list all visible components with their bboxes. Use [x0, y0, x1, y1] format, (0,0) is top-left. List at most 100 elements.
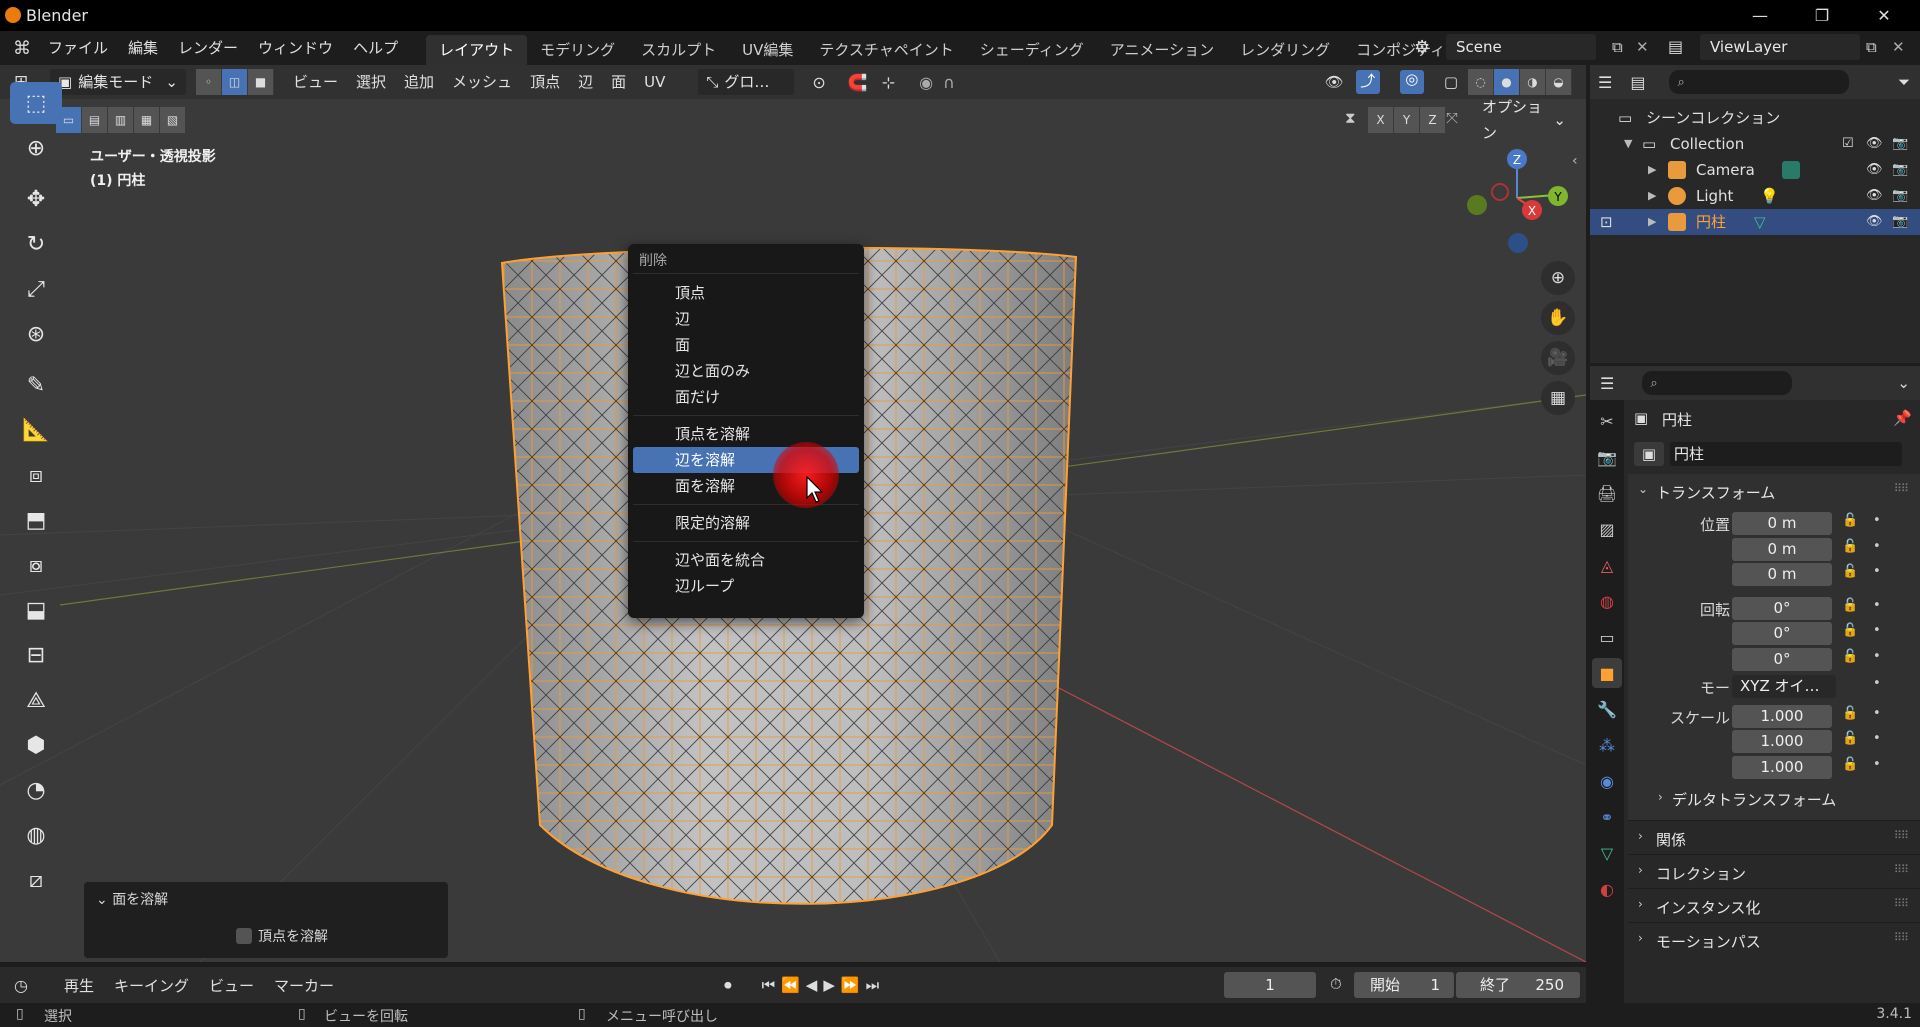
play-reverse-icon[interactable]: ◀	[806, 976, 824, 994]
location-z-field[interactable]: 0 m	[1732, 563, 1832, 586]
modifier-tab-icon[interactable]: 🔧	[1592, 694, 1622, 724]
keyframe-dot-icon[interactable]: •	[1873, 649, 1881, 664]
render-camera-icon[interactable]: 📷	[1892, 131, 1908, 157]
dissolve-vertices-option[interactable]: 頂点を溶解	[236, 926, 328, 946]
tab-modeling[interactable]: モデリング	[527, 35, 628, 65]
topology-mirror-icon[interactable]: ⤧	[1446, 109, 1458, 127]
timeline-menu-view[interactable]: ビュー	[199, 975, 264, 996]
jump-start-icon[interactable]: ⏮	[762, 976, 782, 994]
select-box-tool-icon[interactable]: ⬚	[10, 82, 62, 124]
drag-handle-icon[interactable]: ⠿⠿	[1894, 931, 1909, 944]
scale-z-field[interactable]: 1.000	[1732, 755, 1832, 779]
menu-item-faces[interactable]: 面	[633, 332, 859, 358]
current-frame-field[interactable]: 1	[1224, 972, 1316, 998]
timeline-editor-icon[interactable]: ◷	[14, 976, 54, 995]
object-browse-icon[interactable]: ▣	[1634, 442, 1664, 466]
subtract-selection-icon[interactable]: ▥	[108, 107, 134, 133]
display-mode-icon[interactable]: ▤	[1630, 73, 1645, 92]
rotation-z-field[interactable]: 0°	[1732, 647, 1832, 671]
scale-tool-icon[interactable]: ⤢	[10, 268, 62, 310]
inset-tool-icon[interactable]: ⧇	[10, 544, 62, 586]
start-frame-field[interactable]: 開始 1	[1354, 972, 1454, 998]
relations-section-header[interactable]: › 関係 ⠿⠿	[1628, 820, 1920, 854]
zoom-icon[interactable]: ⊕	[1541, 261, 1575, 295]
mesh-data-icon[interactable]: ▽	[1754, 209, 1766, 235]
tab-shading[interactable]: シェーディング	[967, 35, 1097, 65]
edge-slide-tool-icon[interactable]: ⧄	[10, 859, 62, 901]
viewport-menu-vertex[interactable]: 頂点	[521, 69, 569, 95]
visibility-eye-icon[interactable]: 👁	[1866, 183, 1883, 209]
tab-animation[interactable]: アニメーション	[1097, 35, 1227, 65]
remove-scene-icon[interactable]: ✕	[1636, 38, 1649, 56]
rendered-shading-icon[interactable]: ◒	[1546, 69, 1572, 95]
viewport-menu-add[interactable]: 追加	[395, 69, 443, 95]
viewport-menu-edge[interactable]: 辺	[569, 69, 602, 95]
keyframe-dot-icon[interactable]: •	[1873, 623, 1881, 638]
viewport-menu-uv[interactable]: UV	[635, 69, 674, 95]
perspective-toggle-icon[interactable]: ▦	[1541, 381, 1575, 415]
tool-tab-icon[interactable]: ✂	[1592, 406, 1622, 436]
tab-layout[interactable]: レイアウト	[426, 35, 528, 65]
exclude-checkbox[interactable]: ☑	[1842, 131, 1854, 157]
tab-sculpt[interactable]: スカルプト	[628, 35, 729, 65]
nav-gizmo[interactable]: Z Y X	[1467, 149, 1568, 253]
outliner-item-cylinder[interactable]: ⊡ ▶ 円柱 ▽ 👁 📷	[1590, 209, 1920, 235]
face-select-icon[interactable]: ■	[248, 69, 274, 95]
menu-item-collapse[interactable]: 辺や面を統合	[633, 547, 859, 573]
world-tab-icon[interactable]: ◍	[1592, 586, 1622, 616]
annotate-tool-icon[interactable]: ✎	[10, 364, 62, 406]
lock-icon[interactable]: 🔓	[1842, 598, 1858, 613]
viewport-menu-face[interactable]: 面	[602, 69, 635, 95]
location-y-field[interactable]: 0 m	[1732, 537, 1832, 561]
play-icon[interactable]: ▶	[823, 976, 841, 994]
pin-icon[interactable]: 📌	[1893, 409, 1912, 427]
chevron-right-icon[interactable]: ▶	[1648, 183, 1656, 209]
collection-tab-icon[interactable]: ▭	[1592, 622, 1622, 652]
end-frame-field[interactable]: 終了 250	[1456, 972, 1580, 998]
menu-item-limited-dissolve[interactable]: 限定的溶解	[633, 510, 859, 536]
orientation-dropdown[interactable]: ⤡ グロ…	[698, 69, 795, 95]
stopwatch-icon[interactable]: ⏱	[1330, 975, 1342, 993]
options-dropdown[interactable]: オプション ⌄	[1474, 98, 1574, 142]
pan-hand-icon[interactable]: ✋	[1541, 301, 1575, 335]
spin-tool-icon[interactable]: ◔	[10, 769, 62, 811]
outliner-search-input[interactable]: ⌕	[1669, 70, 1850, 94]
tab-rendering[interactable]: レンダリング	[1227, 35, 1343, 65]
knife-tool-icon[interactable]: ⟁	[10, 679, 62, 721]
chevron-down-icon[interactable]: ▼	[1624, 131, 1632, 157]
mode-dropdown[interactable]: ▣ 編集モード ⌄	[50, 69, 186, 95]
rotation-x-field[interactable]: 0°	[1732, 596, 1832, 620]
rotation-mode-dropdown[interactable]: XYZ オイ… ⌄	[1732, 675, 1836, 718]
invert-selection-icon[interactable]: ▦	[134, 107, 160, 133]
view-layer-tab-icon[interactable]: ▨	[1592, 514, 1622, 544]
sidebar-toggle-icon[interactable]: ‹	[1572, 153, 1578, 169]
menu-item-edge-loops[interactable]: 辺ループ	[633, 573, 859, 599]
keyframe-dot-icon[interactable]: •	[1873, 513, 1881, 528]
keyframe-dot-icon[interactable]: •	[1873, 731, 1881, 746]
scale-x-field[interactable]: 1.000	[1732, 704, 1832, 728]
scale-y-field[interactable]: 1.000	[1732, 730, 1832, 753]
filter-icon[interactable]: ⏷	[1898, 73, 1910, 91]
record-icon[interactable]: ⏺	[724, 976, 732, 994]
drag-handle-icon[interactable]: ⠿⠿	[1894, 482, 1909, 495]
outliner-item-camera[interactable]: ▶ Camera 👁 📷	[1590, 157, 1920, 183]
properties-editor-icon[interactable]: ☰	[1600, 374, 1614, 393]
lock-icon[interactable]: 🔓	[1842, 731, 1858, 746]
next-keyframe-icon[interactable]: ⏩	[841, 976, 866, 994]
lock-icon[interactable]: 🔓	[1842, 649, 1858, 664]
timeline-menu-marker[interactable]: マーカー	[264, 975, 344, 996]
move-tool-icon[interactable]: ✥	[10, 178, 62, 220]
prev-keyframe-icon[interactable]: ⏪	[781, 976, 806, 994]
visibility-eye-icon[interactable]: 👁	[1866, 157, 1883, 183]
mirror-icon[interactable]: ⧗	[1345, 109, 1356, 127]
vertex-select-icon[interactable]: ◦	[196, 69, 222, 95]
lock-icon[interactable]: 🔓	[1842, 757, 1858, 772]
menu-edit[interactable]: 編集	[118, 33, 168, 63]
close-button[interactable]: ✕	[1853, 0, 1915, 31]
drag-handle-icon[interactable]: ⠿⠿	[1894, 829, 1909, 842]
wireframe-shading-icon[interactable]: ◌	[1468, 69, 1494, 95]
extrude-tool-icon[interactable]: ⬒	[10, 499, 62, 541]
snap-target-icon[interactable]: ⊹	[882, 73, 895, 92]
keyframe-dot-icon[interactable]: •	[1873, 757, 1881, 772]
menu-file[interactable]: ファイル	[38, 33, 118, 63]
